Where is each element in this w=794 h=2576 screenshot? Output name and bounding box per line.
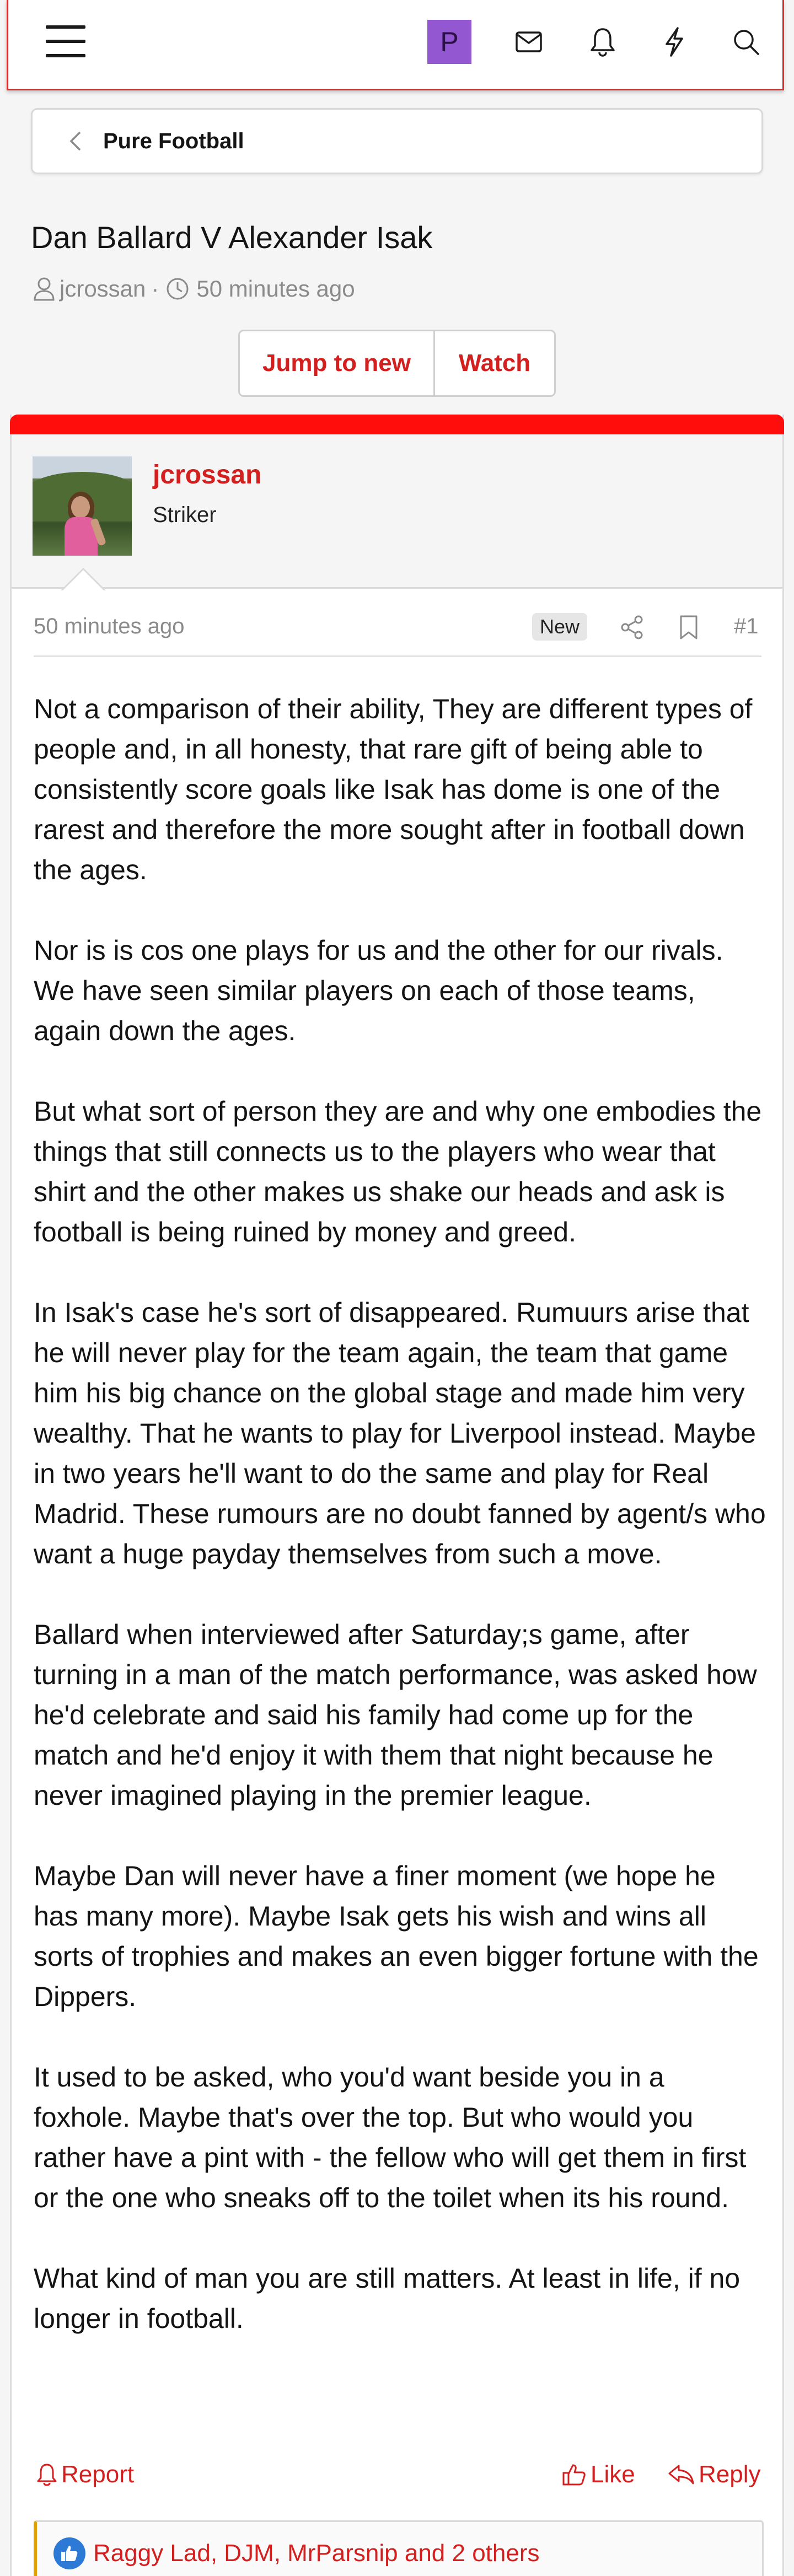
user-icon bbox=[31, 276, 57, 302]
post-user-panel: jcrossan Striker bbox=[12, 434, 782, 589]
thumbs-up-icon bbox=[53, 2537, 85, 2569]
thread-author-link[interactable]: jcrossan bbox=[60, 276, 146, 302]
post-paragraph: But what sort of person they are and why… bbox=[34, 1096, 762, 1247]
top-navigation-bar: P bbox=[7, 0, 784, 90]
post-paragraph: What kind of man you are still matters. … bbox=[34, 2263, 741, 2334]
post-number[interactable]: #1 bbox=[734, 614, 759, 639]
post-body: Not a comparison of their ability, They … bbox=[34, 689, 767, 2379]
jump-to-new-button[interactable]: Jump to new bbox=[240, 331, 435, 395]
meta-separator: · bbox=[151, 276, 159, 302]
bell-icon[interactable] bbox=[582, 21, 624, 63]
reply-button[interactable]: Reply bbox=[668, 2461, 761, 2488]
user-avatar-button[interactable]: P bbox=[427, 20, 471, 64]
thread-time[interactable]: 50 minutes ago bbox=[196, 276, 355, 302]
post-paragraph: Nor is is cos one plays for us and the o… bbox=[34, 935, 723, 1046]
post: jcrossan Striker 50 minutes ago New #1 N… bbox=[10, 415, 784, 2576]
thread-title: Dan Ballard V Alexander Isak bbox=[31, 220, 433, 255]
post-paragraph: In Isak's case he's sort of disappeared.… bbox=[34, 1297, 766, 1569]
post-paragraph: Not a comparison of their ability, They … bbox=[34, 693, 753, 885]
user-panel-arrow bbox=[62, 570, 104, 591]
post-attribution: 50 minutes ago New #1 bbox=[34, 602, 761, 657]
share-icon[interactable] bbox=[615, 610, 650, 645]
reactions-list[interactable]: Raggy Lad, DJM, MrParsnip and 2 others bbox=[93, 2540, 540, 2567]
mail-icon[interactable] bbox=[508, 21, 550, 63]
clock-icon bbox=[164, 276, 191, 302]
reply-icon bbox=[668, 2465, 694, 2484]
report-label: Report bbox=[61, 2461, 135, 2488]
post-actions: Report Like Reply bbox=[34, 2461, 767, 2499]
search-icon[interactable] bbox=[725, 21, 767, 63]
bookmark-icon[interactable] bbox=[671, 610, 706, 645]
post-accent-bar bbox=[10, 415, 784, 434]
hamburger-icon[interactable] bbox=[46, 25, 90, 58]
chevron-left-icon bbox=[69, 130, 91, 152]
reply-label: Reply bbox=[699, 2461, 761, 2488]
avatar[interactable] bbox=[33, 456, 132, 556]
post-paragraph: Maybe Dan will never have a finer moment… bbox=[34, 1860, 759, 2012]
thumbs-up-icon bbox=[562, 2464, 586, 2486]
breadcrumb-forum-link[interactable]: Pure Football bbox=[103, 129, 244, 154]
watch-button[interactable]: Watch bbox=[435, 331, 554, 395]
thread-button-group: Jump to new Watch bbox=[238, 330, 556, 397]
bell-icon bbox=[37, 2464, 57, 2486]
like-button[interactable]: Like bbox=[562, 2461, 635, 2488]
post-username[interactable]: jcrossan bbox=[153, 460, 261, 490]
breadcrumb[interactable]: Pure Football bbox=[31, 108, 763, 174]
lightning-icon[interactable] bbox=[653, 21, 695, 63]
new-badge: New bbox=[532, 613, 588, 641]
report-button[interactable]: Report bbox=[37, 2461, 134, 2488]
post-paragraph: Ballard when interviewed after Saturday;… bbox=[34, 1619, 757, 1811]
post-user-title: Striker bbox=[153, 503, 217, 527]
post-date[interactable]: 50 minutes ago bbox=[34, 614, 185, 639]
thread-meta: jcrossan · 50 minutes ago bbox=[31, 276, 355, 302]
like-label: Like bbox=[591, 2461, 635, 2488]
reactions-bar: Raggy Lad, DJM, MrParsnip and 2 others bbox=[34, 2520, 764, 2576]
post-paragraph: It used to be asked, who you'd want besi… bbox=[34, 2062, 747, 2213]
